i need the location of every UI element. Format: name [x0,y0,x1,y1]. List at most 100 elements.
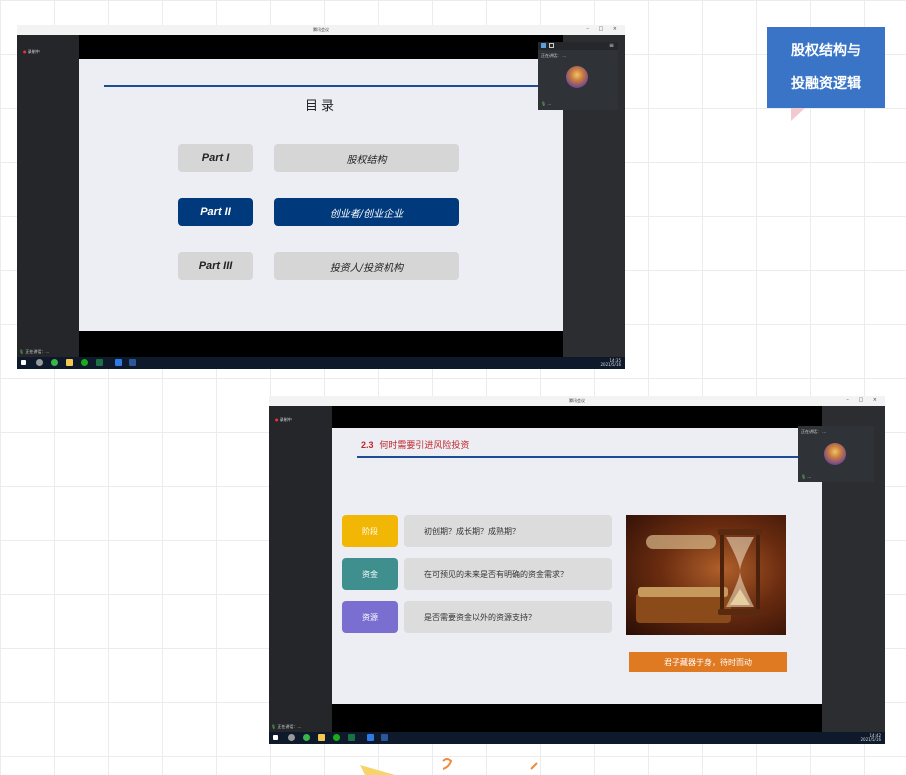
panel-speaker-name: ... [822,429,827,434]
part-i-label: Part I [201,152,230,164]
section-number: 2.3 [361,440,374,450]
section-title: 何时需要引进风险投资 [379,441,470,451]
participant-label: 🎙 ... [801,474,811,479]
part-iii-title: 投资人/投资机构 [274,252,459,280]
recording-indicator: ● 录制中 [275,417,292,423]
stage-box: 阶段 [342,515,398,547]
window-titlebar: 腾讯会议 – □ × [269,396,885,406]
part-ii-label: Part II [200,206,231,218]
part-iii-title-text: 投资人/投资机构 [329,262,404,274]
hourglass-image [626,515,786,635]
part-iii-pill: Part III [178,252,253,280]
hourglass-graphic [636,529,762,623]
window-controls[interactable]: – □ × [586,26,621,32]
wechat-icon[interactable] [333,734,340,741]
participant-label: 🎙 ... [541,101,551,106]
recording-label: 录制中 [27,49,40,54]
meeting-app-icon[interactable] [115,359,122,366]
panel-toolbar: ≡ [538,42,618,50]
recording-label: 录制中 [279,417,292,422]
folder-icon[interactable] [66,359,73,366]
slide: 2.3 何时需要引进风险投资 阶段 初创期？成长期？成熟期？ 资金 在可预见的未… [332,428,822,704]
system-tray[interactable]: 14:35 2021/5/16 [600,359,621,367]
stage-label: 阶段 [362,526,378,536]
menu-icon[interactable]: ≡ [609,42,614,49]
excel-icon[interactable] [96,359,103,366]
windows-taskbar: 14:35 2021/5/16 [17,357,625,369]
participant-name: ... [547,101,552,106]
mic-icon: 🎙 [19,349,25,354]
speaking-status-label: 正在讲话：... [25,349,50,354]
part-i-pill: Part I [178,144,253,172]
search-icon[interactable] [36,359,43,366]
video-panel: 正在讲话： ... 🎙 ... [798,426,874,482]
speaking-status-label: 正在讲话：... [277,724,302,729]
wechat-icon[interactable] [81,359,88,366]
resources-question: 是否需要资金以外的资源支持？ [404,601,612,633]
part-ii-pill: Part II [178,198,253,226]
mic-icon: 🎙 [271,724,277,729]
recording-indicator: ● 录制中 [23,49,40,55]
participant-avatar[interactable] [566,66,588,88]
window-controls[interactable]: – □ × [846,397,881,403]
windows-taskbar: 14:42 2021/5/16 [269,732,885,744]
folder-icon[interactable] [318,734,325,741]
shared-screen: 目录 Part I 股权结构 Part II 创业者/创业企业 Part III… [79,35,563,357]
panel-speaker-name: ... [562,53,567,58]
part-ii-title: 创业者/创业企业 [274,198,459,226]
grid-view-icon[interactable] [541,43,546,48]
speaking-status: 🎙 正在讲话：... [19,349,49,355]
system-tray[interactable]: 14:42 2021/5/16 [860,734,881,742]
meeting-window-1: 腾讯会议 – □ × ● 录制中 🎙 正在讲话：... 目录 Part I 股权… [17,25,625,369]
browser-icon[interactable] [303,734,310,741]
part-ii-title-text: 创业者/创业企业 [329,208,404,220]
word-icon[interactable] [381,734,388,741]
excel-icon[interactable] [348,734,355,741]
part-iii-label: Part III [198,260,233,272]
meeting-window-2: 腾讯会议 – □ × ● 录制中 🎙 正在讲话：... 2.3 何时需要引进风险… [269,396,885,744]
search-icon[interactable] [288,734,295,741]
slide-heading: 目录 [304,99,337,114]
tray-date: 2021/5/16 [860,737,881,742]
list-view-icon[interactable] [549,43,554,48]
panel-header: 正在讲话： ... [541,53,566,59]
part-i-title: 股权结构 [274,144,459,172]
mic-icon: 🎙 [801,474,807,479]
participant-avatar[interactable] [824,443,846,465]
funds-label: 资金 [362,569,378,579]
speaking-status: 🎙 正在讲话：... [271,724,301,730]
word-icon[interactable] [129,359,136,366]
slide-divider [357,456,812,458]
panel-header-label: 正在讲话： [541,53,561,58]
meeting-left-bar: ● 录制中 🎙 正在讲话：... [269,406,332,732]
stage-question-text: 初创期？成长期？成熟期？ [424,526,520,536]
part-i-title-text: 股权结构 [346,154,387,166]
quote-banner-text: 君子藏器于身，待时而动 [664,657,752,667]
window-titlebar: 腾讯会议 – □ × [17,25,625,35]
decorative-scribbles [360,758,538,775]
start-icon[interactable] [21,360,26,365]
panel-header: 正在讲话： ... [801,429,826,435]
mic-icon: 🎙 [541,101,547,106]
meeting-left-bar: ● 录制中 🎙 正在讲话：... [17,35,79,357]
resources-box: 资源 [342,601,398,633]
resources-question-text: 是否需要资金以外的资源支持？ [424,612,536,622]
shared-screen: 2.3 何时需要引进风险投资 阶段 初创期？成长期？成熟期？ 资金 在可预见的未… [332,406,822,732]
funds-question: 在可预见的未来是否有明确的资金需求？ [404,558,612,590]
stage-question: 初创期？成长期？成熟期？ [404,515,612,547]
section-heading: 2.3 何时需要引进风险投资 [361,438,469,451]
resources-label: 资源 [362,612,378,622]
meeting-app-icon[interactable] [367,734,374,741]
start-icon[interactable] [273,735,278,740]
tray-date: 2021/5/16 [600,362,621,367]
slide: 目录 Part I 股权结构 Part II 创业者/创业企业 Part III… [79,59,563,331]
window-title: 腾讯会议 [313,27,329,32]
panel-header-label: 正在讲话： [801,429,821,434]
card-corner-accent [791,108,805,121]
window-title: 腾讯会议 [569,398,585,403]
record-icon: ● [23,49,27,54]
record-icon: ● [275,417,279,422]
browser-icon[interactable] [51,359,58,366]
title-card: 股权结构与 投融资逻辑 [767,27,885,108]
participant-name: ... [807,474,812,479]
